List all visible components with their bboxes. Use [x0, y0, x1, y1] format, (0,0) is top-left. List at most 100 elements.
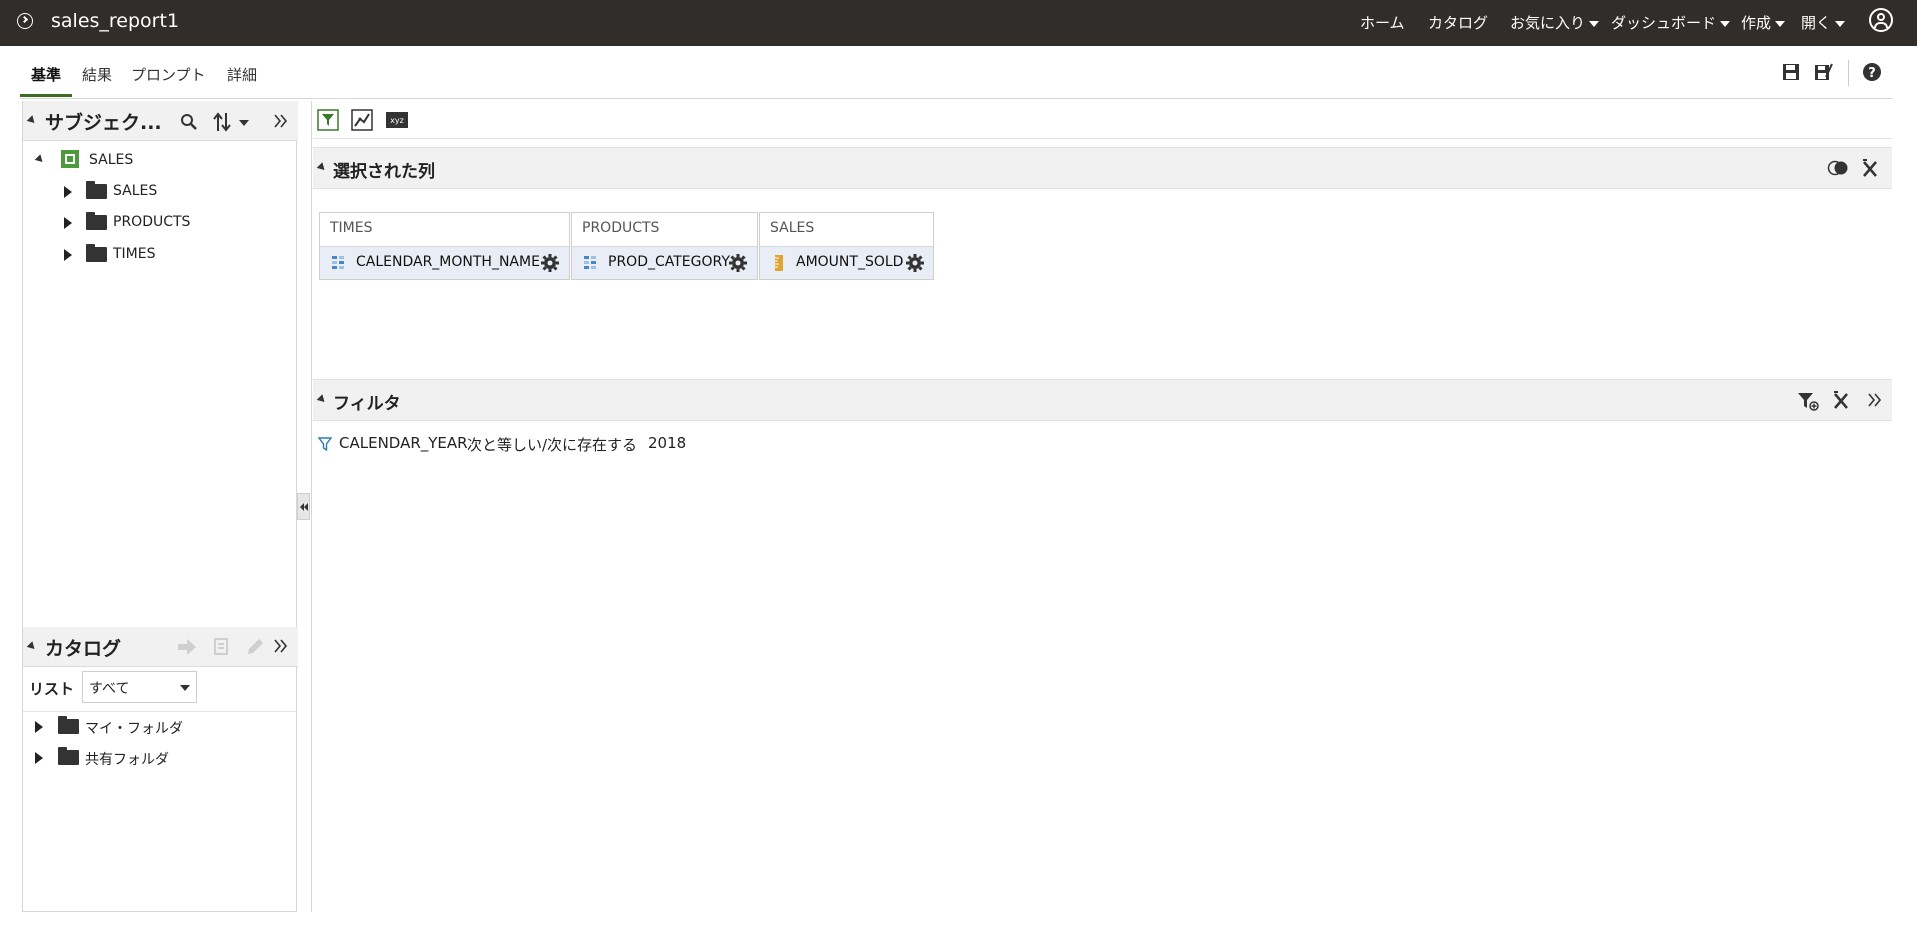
- filters-header: フィルタ: [313, 379, 1892, 421]
- tab-criteria[interactable]: 基準: [31, 64, 61, 85]
- subject-area-title: サブジェク...: [45, 112, 162, 134]
- nav-create[interactable]: 作成: [1741, 12, 1786, 33]
- measure-column-icon: [775, 255, 783, 271]
- collapse-icon[interactable]: [26, 115, 38, 126]
- nav-dashboards[interactable]: ダッシュボード: [1611, 12, 1731, 33]
- filter-column: CALENDAR_YEAR: [339, 434, 468, 452]
- folder-icon: [58, 716, 79, 734]
- catalog-my-folders[interactable]: マイ・フォルダ: [85, 718, 183, 738]
- search-icon[interactable]: [180, 113, 198, 131]
- column-group-label: TIMES: [330, 220, 373, 236]
- filters-title: フィルタ: [333, 394, 401, 414]
- expand-panel-icon[interactable]: [273, 113, 289, 129]
- gear-icon[interactable]: [728, 253, 748, 273]
- filter-operator: 次と等しい/次に存在する: [467, 436, 638, 454]
- sql-edit-icon[interactable]: xyz: [386, 112, 408, 128]
- help-icon[interactable]: ?: [1862, 62, 1882, 82]
- folder-icon: [86, 181, 107, 199]
- list-select-value: すべて: [89, 681, 130, 697]
- svg-text:?: ?: [1868, 66, 1876, 81]
- remove-all-filters-icon[interactable]: [1832, 391, 1850, 411]
- nav-home[interactable]: ホーム: [1360, 12, 1405, 33]
- tree-root-sales[interactable]: SALES: [89, 152, 133, 168]
- collapse-icon[interactable]: [26, 641, 38, 652]
- selected-column[interactable]: CALENDAR_MONTH_NAME: [320, 246, 569, 279]
- save-icon[interactable]: [1781, 62, 1801, 82]
- folder-icon: [86, 212, 107, 230]
- column-name: PROD_CATEGORY: [608, 254, 730, 270]
- nav-open[interactable]: 開く: [1801, 12, 1846, 33]
- page-title: sales_report1: [51, 10, 180, 32]
- column-group-products[interactable]: PRODUCTS PROD_CATEGORY: [571, 212, 758, 280]
- nav-favorites-label: お気に入り: [1510, 14, 1586, 32]
- folder-icon: [86, 244, 107, 262]
- list-select[interactable]: すべて: [82, 671, 197, 703]
- expand-panel-icon[interactable]: [1867, 392, 1883, 408]
- selected-column[interactable]: PROD_CATEGORY: [572, 246, 757, 279]
- nav-open-label: 開く: [1801, 14, 1832, 32]
- analysis-icon: [17, 13, 33, 29]
- subject-area-header: サブジェク...: [23, 101, 298, 141]
- expand-icon[interactable]: [64, 249, 72, 261]
- remove-all-icon[interactable]: [1861, 159, 1879, 179]
- chevron-down-icon: [180, 685, 190, 691]
- divider: [20, 98, 1892, 99]
- save-as-icon[interactable]: [1813, 62, 1833, 82]
- expand-icon[interactable]: [64, 217, 72, 229]
- tree-folder-times[interactable]: TIMES: [113, 246, 156, 262]
- tab-advanced[interactable]: 詳細: [227, 64, 257, 85]
- splitter-handle[interactable]: [297, 493, 310, 520]
- chevron-down-icon: [1775, 20, 1786, 27]
- filter-icon: [318, 437, 332, 451]
- divider: [1848, 60, 1849, 86]
- catalog-shared-folders[interactable]: 共有フォルダ: [85, 749, 169, 769]
- chevron-down-icon: [1720, 20, 1731, 27]
- nav-create-label: 作成: [1741, 14, 1772, 32]
- expand-panel-icon[interactable]: [273, 638, 289, 654]
- folder-icon: [58, 747, 79, 765]
- selected-columns-title: 選択された列: [333, 162, 435, 182]
- expand-icon[interactable]: [35, 752, 43, 764]
- tree-folder-products[interactable]: PRODUCTS: [113, 214, 190, 230]
- attribute-column-icon: [332, 256, 344, 269]
- column-name: AMOUNT_SOLD: [796, 254, 904, 270]
- show-hide-icon[interactable]: [1827, 160, 1849, 176]
- expand-icon[interactable]: [35, 721, 43, 733]
- gear-icon[interactable]: [905, 253, 925, 273]
- sort-icon[interactable]: [213, 111, 253, 133]
- tab-prompts[interactable]: プロンプト: [131, 64, 206, 85]
- expand-icon[interactable]: [64, 186, 72, 198]
- tree-folder-sales[interactable]: SALES: [113, 183, 157, 199]
- add-filter-icon[interactable]: [1797, 391, 1819, 411]
- subject-area-icon: [61, 150, 79, 168]
- nav-favorites[interactable]: お気に入り: [1510, 12, 1600, 33]
- catalog-header: カタログ: [23, 627, 298, 667]
- catalog-title: カタログ: [45, 638, 122, 660]
- edit-icon[interactable]: [245, 637, 265, 657]
- column-name: CALENDAR_MONTH_NAME: [356, 254, 540, 270]
- collapse-icon[interactable]: [316, 394, 328, 405]
- column-group-sales[interactable]: SALES AMOUNT_SOLD: [759, 212, 934, 280]
- nav-dashboards-label: ダッシュボード: [1611, 14, 1717, 32]
- selected-column[interactable]: AMOUNT_SOLD: [760, 246, 933, 279]
- list-label: リスト: [29, 680, 75, 698]
- column-group-label: PRODUCTS: [582, 220, 660, 236]
- collapse-icon[interactable]: [316, 162, 328, 173]
- svg-text:xyz: xyz: [390, 116, 404, 125]
- divider: [23, 711, 296, 712]
- user-icon[interactable]: [1869, 8, 1893, 32]
- column-formula-icon[interactable]: [351, 109, 373, 131]
- arrow-right-icon[interactable]: [177, 638, 197, 656]
- chevron-down-icon: [1835, 20, 1846, 27]
- gear-icon[interactable]: [540, 253, 560, 273]
- column-group-times[interactable]: TIMES CALENDAR_MONTH_NAME: [319, 212, 570, 280]
- properties-icon[interactable]: [213, 637, 231, 657]
- collapse-icon[interactable]: [34, 154, 46, 165]
- tab-results[interactable]: 結果: [82, 64, 112, 85]
- filter-value: 2018: [648, 434, 687, 452]
- chevron-down-icon: [1589, 20, 1600, 27]
- nav-catalog[interactable]: カタログ: [1428, 12, 1488, 33]
- selected-columns-header: 選択された列: [313, 147, 1892, 189]
- filter-add-icon[interactable]: [317, 109, 339, 131]
- top-bar: sales_report1 ホーム カタログ お気に入り ダッシュボード 作成 …: [0, 0, 1917, 46]
